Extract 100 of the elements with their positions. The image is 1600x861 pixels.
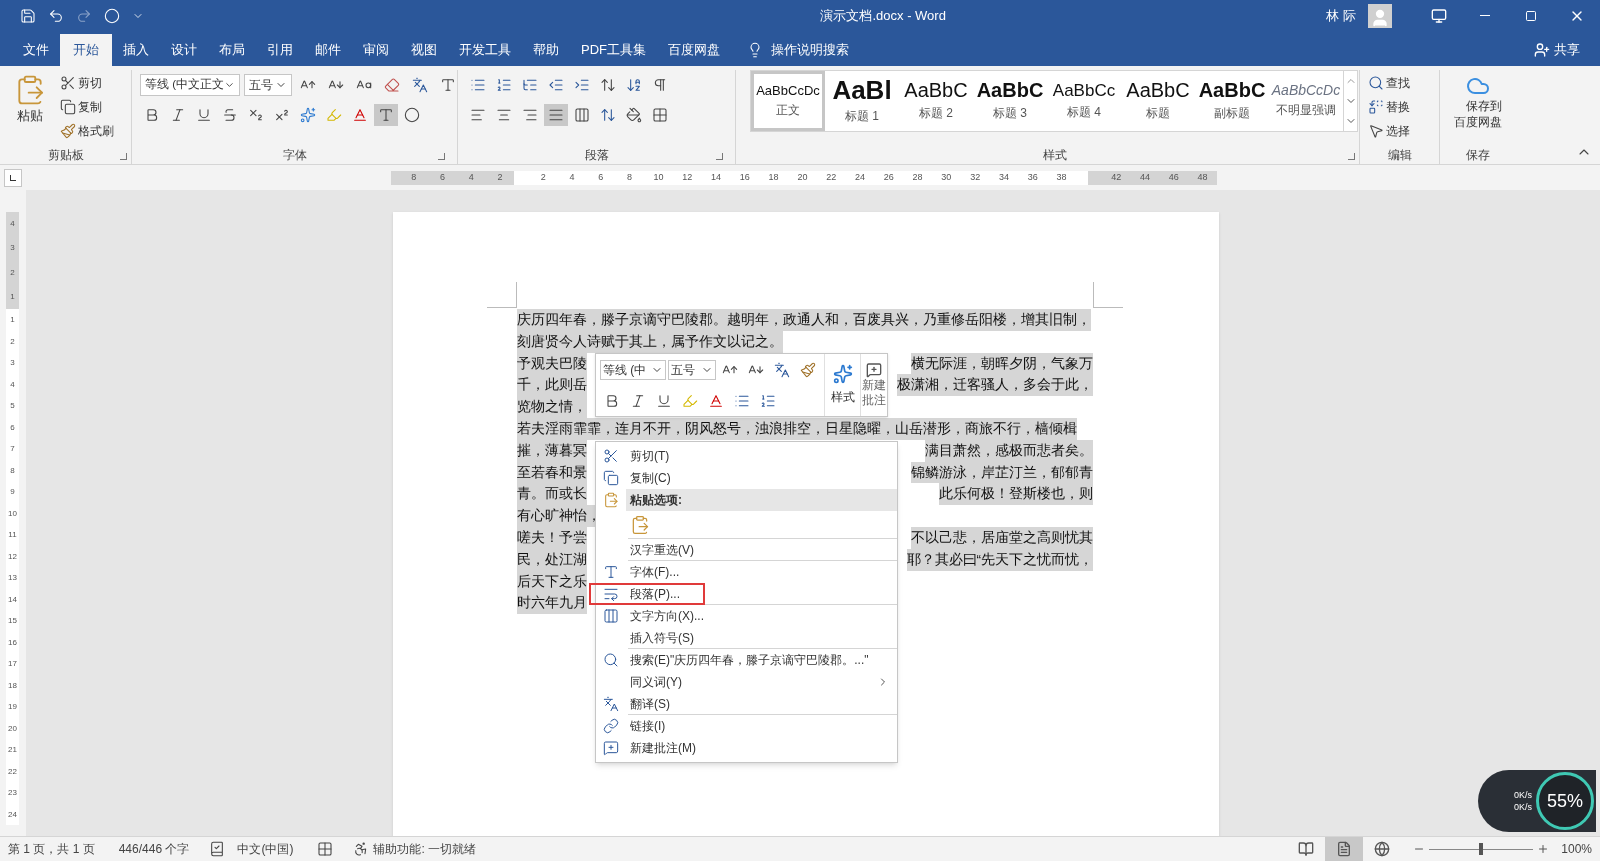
language-status[interactable]: 中文(中国) (237, 840, 294, 858)
save-icon (20, 7, 36, 24)
ribbon-tab[interactable]: 开始 (60, 34, 112, 66)
ribbon-tab[interactable]: 插入 (112, 34, 160, 66)
group-label: 剪贴板 (47, 147, 84, 164)
save-to-cloud-button[interactable]: 保存到百度网盘 (1440, 70, 1516, 146)
numbering-icon (760, 392, 776, 409)
ribbon-tab[interactable]: 邮件 (304, 34, 352, 66)
ribbon-tab[interactable]: PDF工具集 (570, 34, 657, 66)
ruler-number: 26 (882, 170, 895, 184)
zoom-level[interactable]: 100% (1561, 840, 1592, 858)
ribbon-tab[interactable]: 帮助 (522, 34, 570, 66)
zoom-in-icon[interactable] (1537, 843, 1550, 855)
ruler-number: 8 (410, 170, 418, 184)
strikethrough-icon (222, 107, 238, 123)
shading-icon (626, 107, 642, 123)
gallery-scrollbar[interactable] (1343, 71, 1357, 131)
show-marks-icon (652, 77, 668, 93)
columns-icon (603, 608, 619, 624)
style-item[interactable]: AaBbC 标题 2 (899, 71, 973, 131)
document-text: 千，此则岳 (517, 374, 587, 397)
ribbon-tab[interactable]: 百度网盘 (657, 34, 731, 66)
font-size-field[interactable]: 五号 (244, 74, 292, 96)
ribbon-tab[interactable]: 视图 (400, 34, 448, 66)
dialog-launcher-icon[interactable] (1348, 153, 1355, 160)
tell-me-field[interactable]: 操作说明搜索 (771, 40, 849, 60)
macro-icon (317, 841, 334, 857)
character-shading-button[interactable] (374, 104, 398, 126)
style-item[interactable]: AaBbC 副标题 (1195, 71, 1269, 131)
ribbon-tab[interactable]: 设计 (160, 34, 208, 66)
translate-icon (603, 696, 619, 712)
distribute-icon (574, 107, 590, 123)
view-button[interactable] (1325, 837, 1364, 861)
style-item[interactable]: AaBbCcDc 不明显强调 (1269, 71, 1343, 131)
dialog-launcher-icon[interactable] (120, 153, 127, 160)
copy-button[interactable]: 复制 (56, 96, 118, 118)
download-speed: 0K/s (1514, 801, 1532, 813)
style-item[interactable]: AaBbCcDc 正文 (751, 71, 825, 131)
page-count[interactable]: 第 1 页，共 1 页 (8, 840, 95, 858)
new-comment-button[interactable]: 新建批注 (861, 354, 887, 416)
menu-item[interactable]: 链接(I) (596, 715, 897, 737)
menu-item[interactable]: 复制(C) (596, 467, 897, 489)
menu-item[interactable]: 插入符号(S) (596, 627, 897, 649)
menu-item[interactable]: 翻译(S) (596, 693, 897, 715)
select-button[interactable]: 选择 (1364, 120, 1435, 142)
ruler-number: 48 (1196, 170, 1209, 184)
style-item[interactable]: AaBbCc 标题 4 (1047, 71, 1121, 131)
group-label: 样式 (1042, 147, 1067, 164)
document-text: 后天下之乐 (517, 570, 587, 593)
style-item[interactable]: AaBbC 标题 (1121, 71, 1195, 131)
cut-button[interactable]: 剪切 (56, 72, 118, 94)
accessibility-status[interactable]: 辅助功能: 一切就绪 (373, 840, 477, 858)
highlight-icon (326, 107, 342, 123)
align-right-icon (522, 107, 538, 123)
style-item[interactable]: AaBbC 标题 3 (973, 71, 1047, 131)
ribbon-tab[interactable]: 文件 (12, 34, 60, 66)
find-button[interactable]: 查找 (1364, 72, 1435, 94)
phonetic-guide-icon (774, 361, 790, 378)
menu-item[interactable]: 搜索(E)"庆历四年春，滕子京谪守巴陵郡。..." (596, 649, 897, 671)
style-item[interactable]: AaBl 标题 1 (825, 71, 899, 131)
ribbon-tab[interactable]: 引用 (256, 34, 304, 66)
margin-corner-mark (487, 282, 517, 308)
zoom-slider-thumb[interactable] (1479, 843, 1484, 855)
word-count[interactable]: 446/446 个字 (118, 840, 190, 858)
menu-item[interactable]: 新建批注(M) (596, 737, 897, 759)
share-person-icon (1534, 42, 1550, 58)
document-text: 嗟夫！予尝 (517, 526, 587, 549)
font-name-field[interactable]: 等线 (中文正文 (140, 74, 240, 96)
menu-item[interactable]: 段落(P)... (596, 583, 897, 605)
font-size-field[interactable]: 五号 (668, 359, 716, 380)
paste-button[interactable]: 粘贴 (12, 70, 48, 146)
menu-item[interactable]: 文字方向(X)... (596, 605, 897, 627)
ribbon-tab[interactable]: 布局 (208, 34, 256, 66)
ribbon-tab[interactable]: 开发工具 (448, 34, 522, 66)
ruler-number: 20 (796, 170, 809, 184)
scissors-icon (603, 448, 619, 464)
window-title: 演示文档.docx - Word (820, 6, 946, 25)
font-name-field[interactable]: 等线 (中 (600, 359, 666, 380)
bullets-icon (470, 77, 486, 93)
ribbon-tab[interactable]: 审阅 (352, 34, 400, 66)
font-color-icon (708, 392, 724, 409)
copy-icon (603, 470, 619, 486)
tab-selector-icon[interactable] (4, 168, 22, 187)
format-painter-button[interactable]: 格式刷 (56, 120, 118, 142)
menu-item[interactable]: 字体(F)... (596, 561, 897, 583)
replace-button[interactable]: 替换 (1364, 96, 1435, 118)
dialog-launcher-icon[interactable] (716, 153, 723, 160)
menu-item[interactable]: 剪切(T) (596, 445, 897, 467)
menu-item[interactable]: 汉字重选(V) (596, 539, 897, 561)
ruler-number: 18 (767, 170, 780, 184)
justify-button[interactable] (544, 104, 568, 126)
ruler-number: 38 (1055, 170, 1068, 184)
ruler-number: 6 (597, 170, 605, 184)
share-button[interactable]: 共享 (1534, 34, 1600, 66)
ruler-number: 2 (539, 170, 547, 184)
ruler-number: 4 (568, 170, 576, 184)
font-color-icon (352, 107, 368, 123)
menu-item[interactable]: 同义词(Y) (596, 671, 897, 693)
dialog-launcher-icon[interactable] (438, 153, 445, 160)
styles-button[interactable]: 样式 (825, 354, 861, 416)
